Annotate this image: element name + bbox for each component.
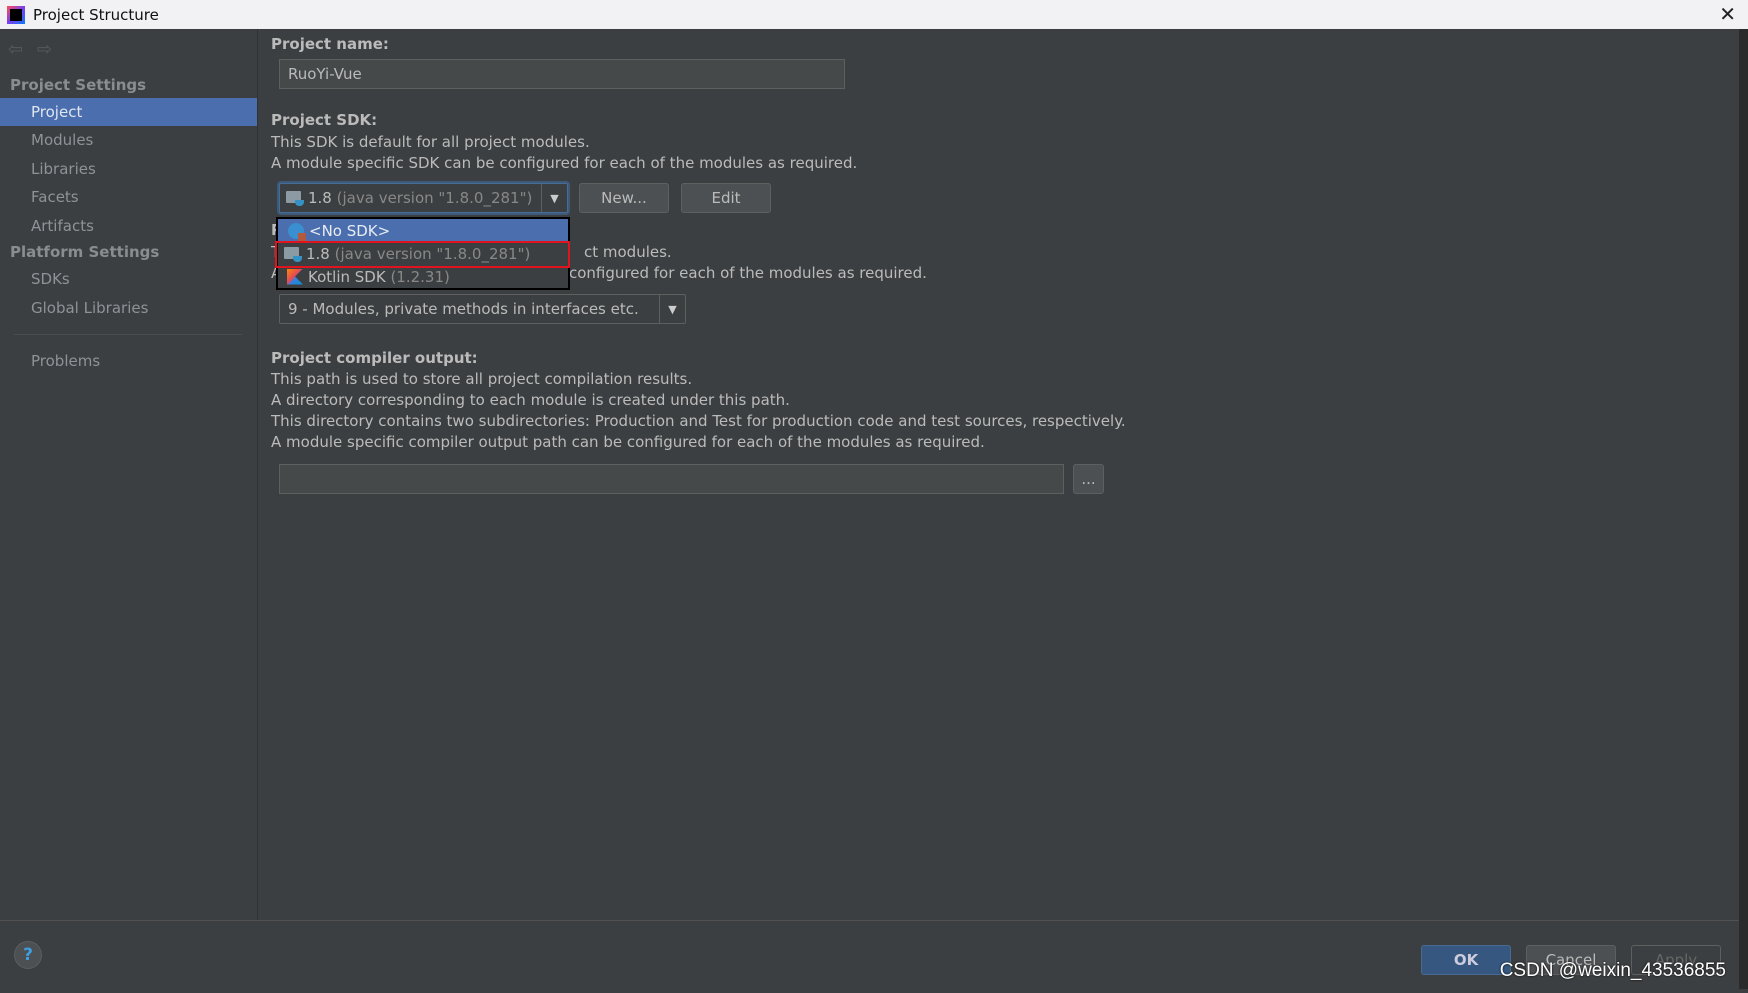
sdk-description-1: This SDK is default for all project modu… <box>271 133 590 151</box>
project-name-input[interactable]: RuoYi-Vue <box>279 59 845 89</box>
project-settings-heading: Project Settings <box>10 76 147 94</box>
language-level-combobox[interactable]: 9 - Modules, private methods in interfac… <box>279 294 686 324</box>
sdk-option-no-sdk[interactable]: <No SDK> <box>278 219 568 242</box>
dialog-footer: ? OK Cancel Apply <box>0 920 1739 989</box>
close-icon[interactable]: ✕ <box>1719 2 1736 26</box>
sdk-description-2: A module specific SDK can be configured … <box>271 154 858 172</box>
sdk-selected-name: 1.8 <box>308 189 332 207</box>
sdk-combobox[interactable]: 1.8 (java version "1.8.0_281") ▼ <box>279 183 568 213</box>
project-sdk-label: Project SDK: <box>271 111 378 129</box>
sidebar-item-artifacts[interactable]: Artifacts <box>0 212 257 240</box>
new-sdk-button[interactable]: New... <box>579 183 669 213</box>
status-bar <box>0 989 1748 993</box>
compiler-desc-4: A module specific compiler output path c… <box>271 433 985 451</box>
sidebar-item-project[interactable]: Project <box>0 98 257 126</box>
title-bar: Project Structure ✕ <box>0 0 1748 29</box>
sidebar-item-problems[interactable]: Problems <box>0 347 257 375</box>
option-detail: (1.2.31) <box>390 267 450 286</box>
forward-arrow-icon[interactable]: ⇨ <box>37 39 52 60</box>
window-title: Project Structure <box>33 5 159 24</box>
sidebar-divider <box>14 334 242 335</box>
back-arrow-icon[interactable]: ⇦ <box>8 39 23 60</box>
compiler-output-input[interactable] <box>279 464 1064 494</box>
project-settings-panel: Project name: RuoYi-Vue Project SDK: Thi… <box>259 29 1739 920</box>
language-level-value: 9 - Modules, private methods in interfac… <box>288 300 639 318</box>
highlight-annotation-box <box>275 241 570 268</box>
watermark: CSDN @weixin_43536855 <box>1499 960 1726 981</box>
help-icon[interactable]: ? <box>14 941 42 969</box>
no-sdk-icon <box>288 222 306 241</box>
jdk-folder-icon <box>286 190 304 206</box>
compiler-desc-1: This path is used to store all project c… <box>271 370 693 388</box>
project-name-label: Project name: <box>271 35 389 53</box>
sidebar-item-facets[interactable]: Facets <box>0 183 257 211</box>
sidebar-item-libraries[interactable]: Libraries <box>0 155 257 183</box>
intellij-logo-icon <box>7 5 25 24</box>
background-editor-edge <box>1739 29 1748 993</box>
language-desc-1-tail: ct modules. <box>584 243 672 261</box>
sidebar: ⇦ ⇨ Project Settings Project Modules Lib… <box>0 29 258 920</box>
sidebar-item-global-libraries[interactable]: Global Libraries <box>0 294 257 322</box>
language-desc-2-tail: configured for each of the modules as re… <box>569 264 927 282</box>
compiler-desc-3: This directory contains two subdirectori… <box>271 412 1126 430</box>
browse-button[interactable]: ... <box>1073 464 1104 494</box>
sdk-selected-detail: (java version "1.8.0_281") <box>336 189 533 207</box>
sidebar-item-modules[interactable]: Modules <box>0 126 257 154</box>
compiler-desc-2: A directory corresponding to each module… <box>271 391 790 409</box>
chevron-down-icon[interactable]: ▼ <box>659 295 685 323</box>
edit-sdk-button[interactable]: Edit <box>681 183 771 213</box>
sdk-option-kotlin[interactable]: Kotlin SDK (1.2.31) <box>278 265 568 288</box>
option-name: <No SDK> <box>309 221 391 240</box>
compiler-output-label: Project compiler output: <box>271 349 478 367</box>
kotlin-icon <box>287 268 303 285</box>
platform-settings-heading: Platform Settings <box>10 243 160 261</box>
chevron-down-icon[interactable]: ▼ <box>541 184 567 212</box>
option-name: Kotlin SDK <box>308 267 386 286</box>
ok-button[interactable]: OK <box>1421 945 1511 975</box>
sidebar-item-sdks[interactable]: SDKs <box>0 265 257 293</box>
